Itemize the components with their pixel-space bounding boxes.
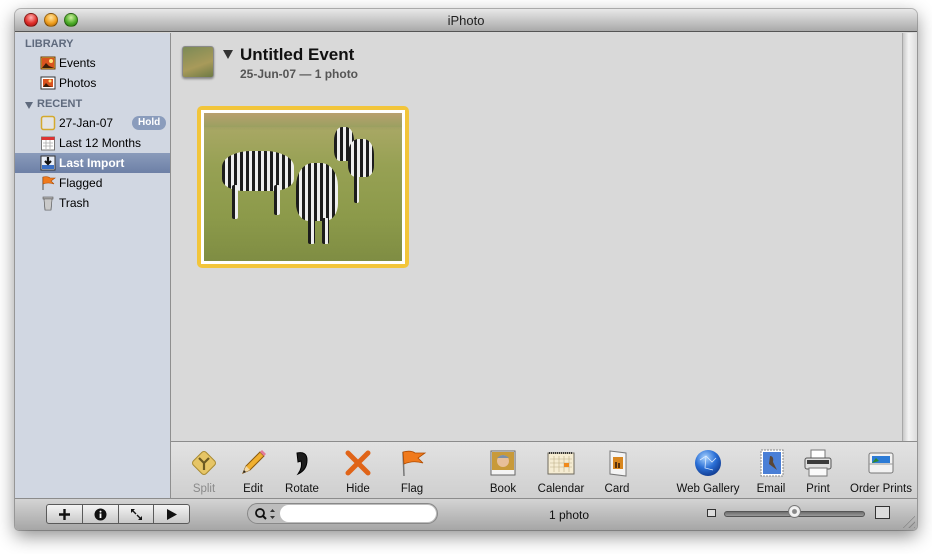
photo-count-status: 1 photo [549, 508, 590, 522]
events-icon [40, 56, 56, 70]
info-button[interactable] [83, 505, 119, 523]
edit-label: Edit [243, 483, 263, 495]
book-icon [490, 450, 516, 476]
calendar-button[interactable]: Calendar [533, 442, 589, 499]
toolbar: Split Edit Rotate Hide Flag Book Calenda… [171, 441, 917, 498]
sidebar-item-label: Flagged [59, 176, 103, 190]
slider-thumb[interactable] [788, 505, 801, 518]
pencil-icon [242, 450, 266, 474]
plus-icon [59, 509, 70, 520]
card-label: Card [604, 483, 630, 495]
sidebar-item-label: 27-Jan-07 [59, 116, 114, 130]
window-title: iPhoto [447, 13, 485, 28]
search-box [247, 503, 438, 524]
sidebar-item-label: Last 12 Months [59, 136, 142, 150]
sidebar-item-label: Events [59, 56, 96, 70]
sidebar-item-album-27-jan-07[interactable]: 27-Jan-07 Hold [15, 113, 170, 133]
album-icon [40, 115, 56, 131]
close-button[interactable] [24, 13, 38, 27]
search-icon[interactable] [254, 507, 278, 521]
stamp-icon [760, 449, 784, 477]
sidebar-item-label: Photos [59, 76, 97, 90]
sidebar-item-last-12-months[interactable]: Last 12 Months [15, 133, 170, 153]
sidebar-item-photos[interactable]: Photos [15, 73, 170, 93]
hide-label: Hide [346, 483, 370, 495]
trash-icon [42, 196, 54, 211]
web-gallery-label: Web Gallery [676, 483, 740, 495]
disclosure-triangle-icon[interactable] [25, 102, 33, 109]
order-prints-label: Order Prints [850, 483, 912, 495]
hide-button[interactable]: Hide [341, 442, 375, 499]
calendar-icon [41, 136, 55, 151]
fullscreen-button[interactable] [119, 505, 155, 523]
split-label: Split [192, 483, 216, 495]
photo-browser[interactable]: Untitled Event 25-Jun-07 — 1 photo [171, 33, 902, 441]
play-icon [167, 509, 178, 520]
flag-icon [402, 450, 427, 477]
zoom-button[interactable] [64, 13, 78, 27]
sidebar-item-events[interactable]: Events [15, 53, 170, 73]
flag-button[interactable]: Flag [393, 442, 431, 499]
import-icon [40, 155, 56, 171]
edit-button[interactable]: Edit [235, 442, 271, 499]
event-title[interactable]: Untitled Event [240, 45, 354, 65]
recent-header: RECENT [37, 98, 83, 110]
order-prints-button[interactable]: Order Prints [847, 442, 915, 499]
bottom-bar: 1 photo [15, 498, 917, 530]
minimize-button[interactable] [44, 13, 58, 27]
event-disclosure-triangle-icon[interactable] [223, 50, 233, 59]
sidebar-item-label: Trash [59, 196, 90, 210]
rotate-icon [296, 452, 308, 476]
web-gallery-button[interactable]: Web Gallery [671, 442, 745, 499]
book-button[interactable]: Book [485, 442, 521, 499]
large-thumbnail-icon[interactable] [875, 506, 890, 519]
sidebar-item-last-import[interactable]: Last Import [15, 153, 170, 173]
hold-badge: Hold [132, 116, 167, 130]
email-label: Email [756, 483, 786, 495]
card-button[interactable]: Card [601, 442, 633, 499]
print-button[interactable]: Print [801, 442, 835, 499]
rotate-label: Rotate [285, 483, 319, 495]
calendar-icon [547, 452, 575, 475]
info-icon [94, 508, 107, 521]
sidebar-item-flagged[interactable]: Flagged [15, 173, 170, 193]
rotate-button[interactable]: Rotate [281, 442, 323, 499]
split-icon [192, 451, 216, 475]
title-bar[interactable]: iPhoto [15, 9, 917, 32]
sidebar-item-trash[interactable]: Trash [15, 193, 170, 213]
library-header: LIBRARY [25, 38, 74, 50]
event-subtitle: 25-Jun-07 — 1 photo [240, 67, 359, 81]
zebra-photo [201, 110, 405, 264]
flag-label: Flag [400, 483, 424, 495]
print-label: Print [806, 483, 830, 495]
sidebar-item-label: Last Import [59, 156, 125, 170]
globe-icon [695, 450, 721, 476]
book-label: Book [489, 483, 517, 495]
event-key-photo[interactable] [182, 46, 214, 78]
vertical-scrollbar[interactable] [902, 33, 917, 441]
calendar-label: Calendar [537, 483, 585, 495]
card-icon [609, 450, 627, 477]
printer-icon [804, 449, 832, 477]
iphoto-window: iPhoto LIBRARY Events Photos RECENT 27-J… [15, 9, 917, 530]
action-buttons [46, 504, 190, 524]
fullscreen-icon [130, 509, 142, 520]
flag-icon [42, 176, 56, 190]
add-button[interactable] [47, 505, 83, 523]
photos-icon [40, 76, 56, 90]
split-button[interactable]: Split [187, 442, 221, 499]
email-button[interactable]: Email [755, 442, 787, 499]
search-input[interactable] [280, 505, 436, 522]
selected-photo[interactable] [197, 106, 409, 268]
resize-grip[interactable] [901, 514, 915, 528]
slideshow-button[interactable] [154, 505, 189, 523]
order-prints-icon [868, 452, 894, 474]
hide-x-icon [345, 450, 371, 476]
small-thumbnail-icon[interactable] [707, 509, 716, 517]
source-list: LIBRARY Events Photos RECENT 27-Jan-07 H… [15, 33, 171, 498]
